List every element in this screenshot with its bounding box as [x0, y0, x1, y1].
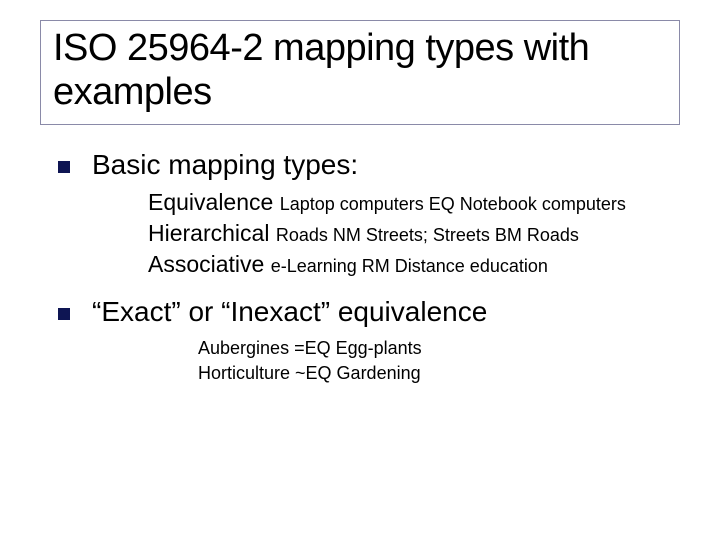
title-container: ISO 25964-2 mapping types with examples: [40, 20, 680, 125]
mapping-type-example: Roads NM Streets; Streets BM Roads: [276, 225, 579, 245]
mapping-type-example: e-Learning RM Distance education: [271, 256, 548, 276]
list-item: Hierarchical Roads NM Streets; Streets B…: [148, 220, 680, 247]
square-bullet-icon: [58, 161, 70, 173]
equivalence-examples: Aubergines =EQ Egg-plants Horticulture ~…: [198, 336, 680, 385]
section-heading: “Exact” or “Inexact” equivalence: [92, 296, 487, 328]
mapping-type-label: Equivalence: [148, 189, 280, 215]
mapping-type-example: Laptop computers EQ Notebook computers: [280, 194, 626, 214]
section-heading: Basic mapping types:: [92, 149, 358, 181]
list-item: Equivalence Laptop computers EQ Notebook…: [148, 189, 680, 216]
slide: ISO 25964-2 mapping types with examples …: [0, 0, 720, 540]
list-item: Associative e-Learning RM Distance educa…: [148, 251, 680, 278]
slide-title: ISO 25964-2 mapping types with examples: [53, 27, 667, 114]
section-row: “Exact” or “Inexact” equivalence: [40, 296, 680, 328]
list-item: Horticulture ~EQ Gardening: [198, 361, 680, 385]
mapping-types-list: Equivalence Laptop computers EQ Notebook…: [148, 189, 680, 278]
section-row: Basic mapping types:: [40, 149, 680, 181]
mapping-type-label: Hierarchical: [148, 220, 276, 246]
list-item: Aubergines =EQ Egg-plants: [198, 336, 680, 360]
square-bullet-icon: [58, 308, 70, 320]
mapping-type-label: Associative: [148, 251, 271, 277]
